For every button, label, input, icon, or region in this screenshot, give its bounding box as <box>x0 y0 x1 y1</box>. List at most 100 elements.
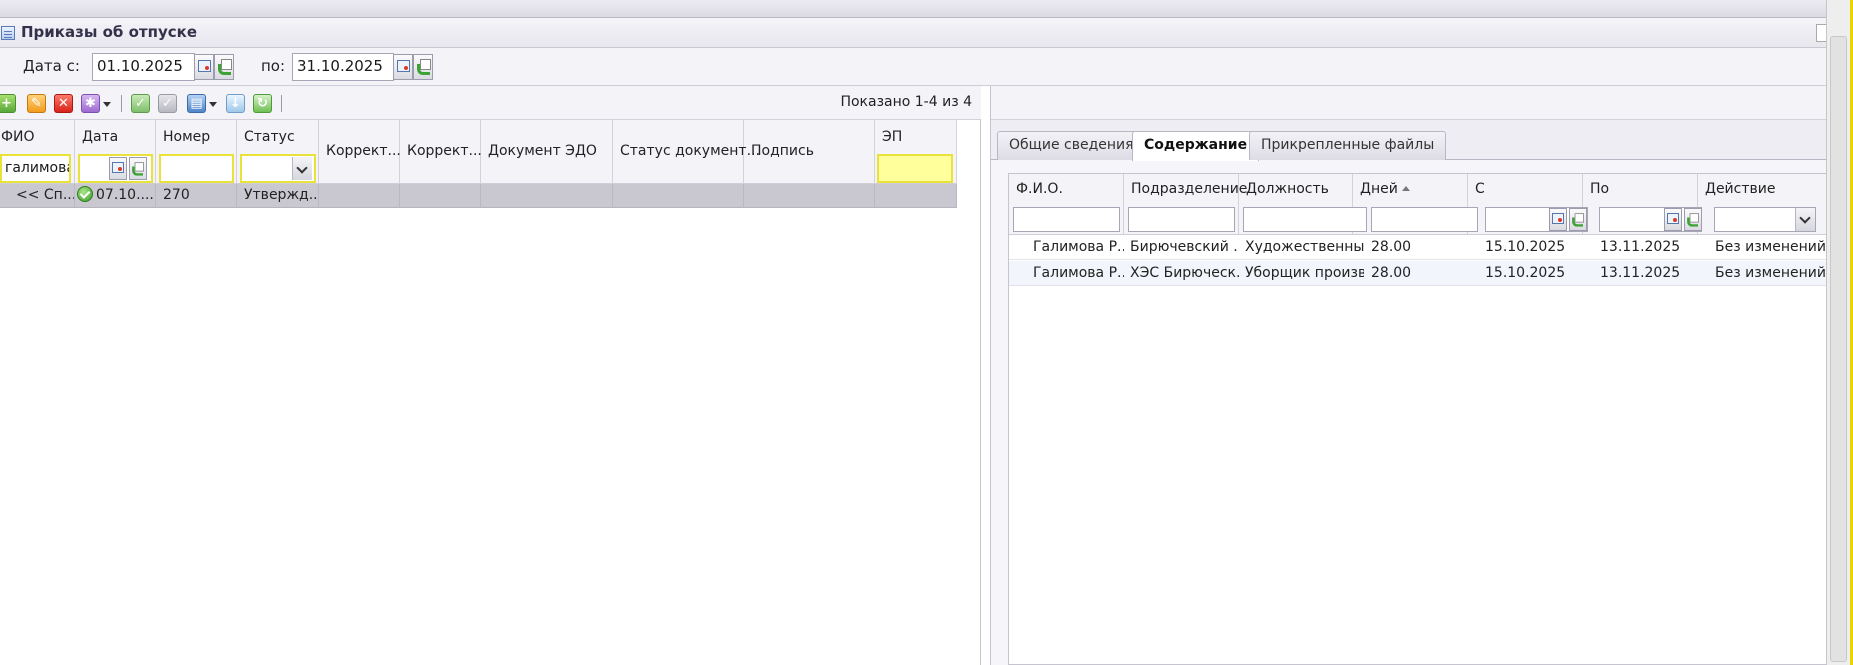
delete-button[interactable]: ✕ <box>54 94 73 113</box>
chevron-down-icon[interactable] <box>1795 208 1815 231</box>
cell-from: 15.10.2025 <box>1485 265 1566 281</box>
clear-icon <box>218 59 232 75</box>
approved-check-icon <box>77 186 93 202</box>
clear-icon <box>1572 213 1584 227</box>
toolbar-separator <box>281 95 282 112</box>
orders-grid-header: ФИО Дата Номер Статус Коррект... Коррект… <box>0 120 957 184</box>
employees-grid: Ф.И.О. Подразделение Должность Дней С По… <box>1008 173 1828 665</box>
chevron-down-icon <box>209 102 217 107</box>
tab-content[interactable]: Содержание <box>1132 131 1260 161</box>
days-filter-input[interactable] <box>1371 207 1478 232</box>
sort-ascending-icon <box>1401 186 1410 191</box>
cell-status: Утвержд... <box>237 184 319 208</box>
cell-to: 13.11.2025 <box>1600 239 1681 255</box>
clear-icon <box>1687 213 1699 227</box>
date-to-input[interactable]: 31.10.2025 <box>292 53 394 81</box>
cell-fio: Галимова Р... <box>1033 239 1124 255</box>
calendar-icon <box>1667 213 1679 224</box>
cell-fio: Галимова Р... <box>1033 265 1124 281</box>
fio-filter-input[interactable] <box>1013 207 1120 232</box>
cell-action: Без изменений <box>1715 239 1826 255</box>
order-detail-panel: Общие сведения Содержание Прикрепленные … <box>990 86 1828 665</box>
panel-collapse-button[interactable] <box>1816 24 1826 42</box>
column-header-edo-document[interactable]: Документ ЭДО <box>481 120 613 184</box>
detail-toolbar <box>991 86 1827 120</box>
column-header-correction-2[interactable]: Коррект... <box>400 120 482 184</box>
cell-days: 28.00 <box>1371 239 1412 255</box>
date-from-input[interactable]: 01.10.2025 <box>92 53 195 81</box>
cell-days: 28.00 <box>1371 265 1412 281</box>
tab-attached-files[interactable]: Прикрепленные файлы <box>1249 131 1447 160</box>
tab-general[interactable]: Общие сведения <box>997 131 1146 160</box>
edit-button[interactable]: ✎ <box>27 94 46 113</box>
date-from-label: Дата с: <box>23 57 80 75</box>
actions-menu-button[interactable]: ✱ <box>81 94 100 113</box>
records-count: Показано 1-4 из 4 <box>840 94 972 110</box>
scrollbar-thumb[interactable] <box>1830 36 1847 662</box>
list-icon <box>1 26 15 40</box>
sign-button[interactable]: ✓ <box>131 94 150 113</box>
cell-department: ХЭС Бирюческ... <box>1130 265 1239 281</box>
toolbar-separator <box>121 95 122 112</box>
table-row[interactable]: Галимова Р... ХЭС Бирюческ... Уборщик пр… <box>1009 261 1828 286</box>
calendar-icon <box>112 162 124 173</box>
table-row[interactable]: Галимова Р... Бирючевский ... Художестве… <box>1009 235 1828 260</box>
column-header-correction-1[interactable]: Коррект... <box>319 120 401 184</box>
cell-action: Без изменений <box>1715 265 1826 281</box>
date-filter-calendar-button[interactable] <box>109 157 127 180</box>
cell-correction-2 <box>400 184 481 208</box>
number-filter-input[interactable] <box>159 154 234 183</box>
clear-icon <box>417 59 431 75</box>
cell-correction-1 <box>319 184 400 208</box>
column-header-signature[interactable]: Подпись <box>744 120 875 184</box>
employees-grid-header: Ф.И.О. Подразделение Должность Дней С По… <box>1009 174 1828 235</box>
date-to-reset-button[interactable] <box>413 54 433 80</box>
date-from-calendar-button[interactable] <box>194 54 214 80</box>
orders-grid: ФИО Дата Номер Статус Коррект... Коррект… <box>0 120 981 665</box>
table-row[interactable]: << Сп... 07.10.... 270 Утвержд... <box>0 184 957 208</box>
tab-content-body: Ф.И.О. Подразделение Должность Дней С По… <box>991 161 1828 665</box>
cell-edo-document <box>481 184 613 208</box>
ep-filter-input[interactable] <box>877 154 953 183</box>
column-header-edo-status[interactable]: Статус документ... <box>613 120 760 184</box>
add-button[interactable]: + <box>0 94 16 113</box>
cell-ep <box>875 184 957 208</box>
vertical-scrollbar[interactable] <box>1826 0 1850 665</box>
cell-position: Уборщик произв... <box>1245 265 1364 281</box>
cell-position: Художественный... <box>1245 239 1364 255</box>
to-filter-reset-button[interactable] <box>1684 208 1702 231</box>
date-from-reset-button[interactable] <box>214 54 234 80</box>
department-filter-input[interactable] <box>1128 207 1235 232</box>
chevron-down-icon <box>103 102 111 107</box>
cell-signature <box>744 184 875 208</box>
detail-tabs: Общие сведения Содержание Прикрепленные … <box>991 120 1827 161</box>
date-to-calendar-button[interactable] <box>393 54 413 80</box>
chevron-down-icon[interactable] <box>292 157 312 180</box>
unsign-button[interactable]: ✓ <box>158 94 177 113</box>
to-filter-calendar-button[interactable] <box>1664 208 1682 231</box>
position-filter-input[interactable] <box>1243 207 1367 232</box>
date-filter-reset-button[interactable] <box>129 157 147 180</box>
orders-toolbar: + ✎ ✕ ✱ ✓ ✓ ▤ ↓ ↻ Показано 1-4 из 4 <box>0 86 981 120</box>
cell-fio: << Сп... <box>0 184 75 208</box>
cell-date: 07.10.... <box>75 184 156 208</box>
calendar-icon <box>397 60 410 72</box>
panel-title-bar: Приказы об отпуске <box>0 18 1826 48</box>
date-filter-bar: Дата с: 01.10.2025 по: 31.10.2025 <box>0 48 1826 86</box>
calendar-icon <box>198 60 211 72</box>
export-button[interactable]: ↓ <box>226 94 245 113</box>
from-filter-reset-button[interactable] <box>1569 208 1587 231</box>
from-filter-calendar-button[interactable] <box>1549 208 1567 231</box>
cell-from: 15.10.2025 <box>1485 239 1566 255</box>
calendar-icon <box>1552 213 1564 224</box>
cell-number: 270 <box>156 184 237 208</box>
print-button[interactable]: ▤ <box>187 94 206 113</box>
cell-to: 13.11.2025 <box>1600 265 1681 281</box>
window-top-strip <box>0 0 1826 18</box>
date-to-label: по: <box>261 57 286 75</box>
refresh-button[interactable]: ↻ <box>253 94 272 113</box>
panel-title: Приказы об отпуске <box>21 23 197 41</box>
cell-department: Бирючевский ... <box>1130 239 1239 255</box>
cell-edo-status <box>613 184 744 208</box>
fio-filter-input[interactable]: галимова <box>0 154 71 183</box>
